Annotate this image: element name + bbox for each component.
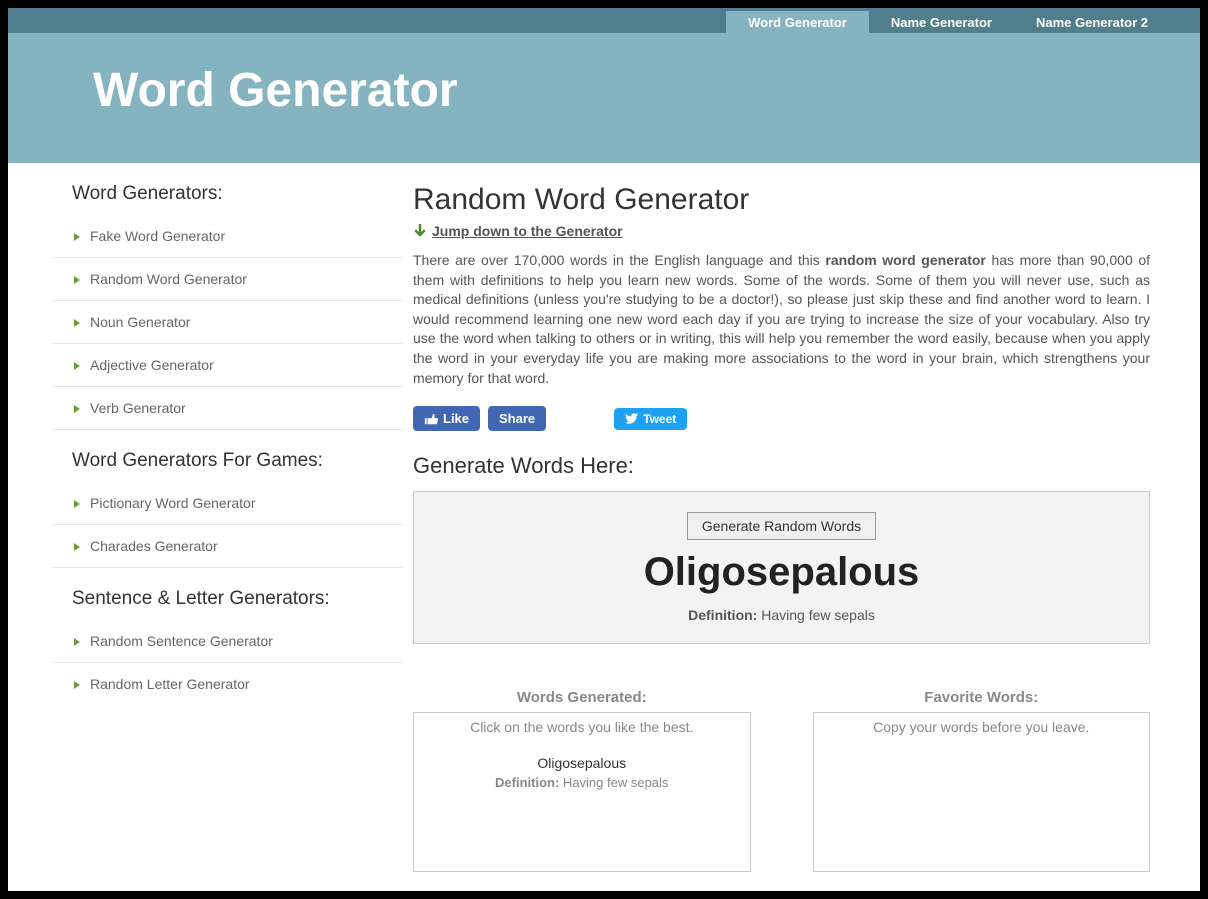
page-title: Word Generator [93,63,1200,118]
generated-word-definition: Definition: Having few sepals [420,775,744,790]
thumbs-up-icon [424,412,438,426]
bullet-arrow-icon [72,403,82,413]
sidebar-item-fake-word[interactable]: Fake Word Generator [52,215,403,258]
generated-word-item[interactable]: Oligosepalous [420,755,744,771]
bullet-arrow-icon [72,636,82,646]
bullet-arrow-icon [72,317,82,327]
bullet-arrow-icon [72,274,82,284]
social-buttons: Like Share Tweet [413,406,1150,431]
twitter-tweet-button[interactable]: Tweet [614,408,687,430]
sidebar-item-label: Random Sentence Generator [90,633,273,649]
sidebar-item-random-word[interactable]: Random Word Generator [52,258,403,301]
sidebar-item-label: Random Letter Generator [90,676,250,692]
sidebar-item-label: Charades Generator [90,538,218,554]
bullet-arrow-icon [72,231,82,241]
words-generated-box: Click on the words you like the best. Ol… [413,712,751,872]
generated-word-display: Oligosepalous [434,550,1129,595]
sidebar-item-noun[interactable]: Noun Generator [52,301,403,344]
sidebar-item-label: Fake Word Generator [90,228,225,244]
favorite-words-title: Favorite Words: [813,689,1151,706]
sidebar-item-label: Noun Generator [90,314,190,330]
top-navigation: Word Generator Name Generator Name Gener… [8,8,1200,33]
sidebar-item-letter[interactable]: Random Letter Generator [52,663,403,705]
main-content: Random Word Generator Jump down to the G… [403,163,1200,872]
facebook-share-button[interactable]: Share [488,406,546,431]
sidebar-section-title: Sentence & Letter Generators: [52,568,403,620]
sidebar-section-title: Word Generators For Games: [52,430,403,482]
facebook-like-button[interactable]: Like [413,406,480,431]
words-generated-title: Words Generated: [413,689,751,706]
sidebar-item-charades[interactable]: Charades Generator [52,525,403,568]
sidebar-section-title: Word Generators: [52,163,403,215]
generate-random-words-button[interactable]: Generate Random Words [687,512,876,540]
generator-box: Generate Random Words Oligosepalous Defi… [413,491,1150,644]
words-generated-hint: Click on the words you like the best. [420,719,744,735]
main-title: Random Word Generator [413,183,1150,217]
nav-name-generator[interactable]: Name Generator [869,8,1014,33]
intro-paragraph: There are over 170,000 words in the Engl… [413,251,1150,388]
bullet-arrow-icon [72,360,82,370]
sidebar-item-sentence[interactable]: Random Sentence Generator [52,620,403,663]
favorite-words-column: Favorite Words: Copy your words before y… [813,689,1151,872]
header: Word Generator [8,33,1200,163]
down-arrow-icon [413,224,427,238]
sidebar-item-label: Pictionary Word Generator [90,495,255,511]
bullet-arrow-icon [72,498,82,508]
twitter-bird-icon [625,412,638,425]
sidebar: Word Generators: Fake Word Generator Ran… [8,163,403,872]
generated-definition: Definition: Having few sepals [434,607,1129,623]
jump-to-generator-link[interactable]: Jump down to the Generator [432,223,623,239]
generate-section-title: Generate Words Here: [413,453,1150,479]
sidebar-item-label: Adjective Generator [90,357,214,373]
favorite-words-hint: Copy your words before you leave. [820,719,1144,735]
nav-word-generator[interactable]: Word Generator [726,8,869,33]
favorite-words-box: Copy your words before you leave. [813,712,1151,872]
sidebar-item-label: Random Word Generator [90,271,247,287]
nav-name-generator-2[interactable]: Name Generator 2 [1014,8,1170,33]
sidebar-item-adjective[interactable]: Adjective Generator [52,344,403,387]
sidebar-item-verb[interactable]: Verb Generator [52,387,403,430]
words-generated-column: Words Generated: Click on the words you … [413,689,751,872]
sidebar-item-pictionary[interactable]: Pictionary Word Generator [52,482,403,525]
bullet-arrow-icon [72,541,82,551]
sidebar-item-label: Verb Generator [90,400,186,416]
bullet-arrow-icon [72,679,82,689]
